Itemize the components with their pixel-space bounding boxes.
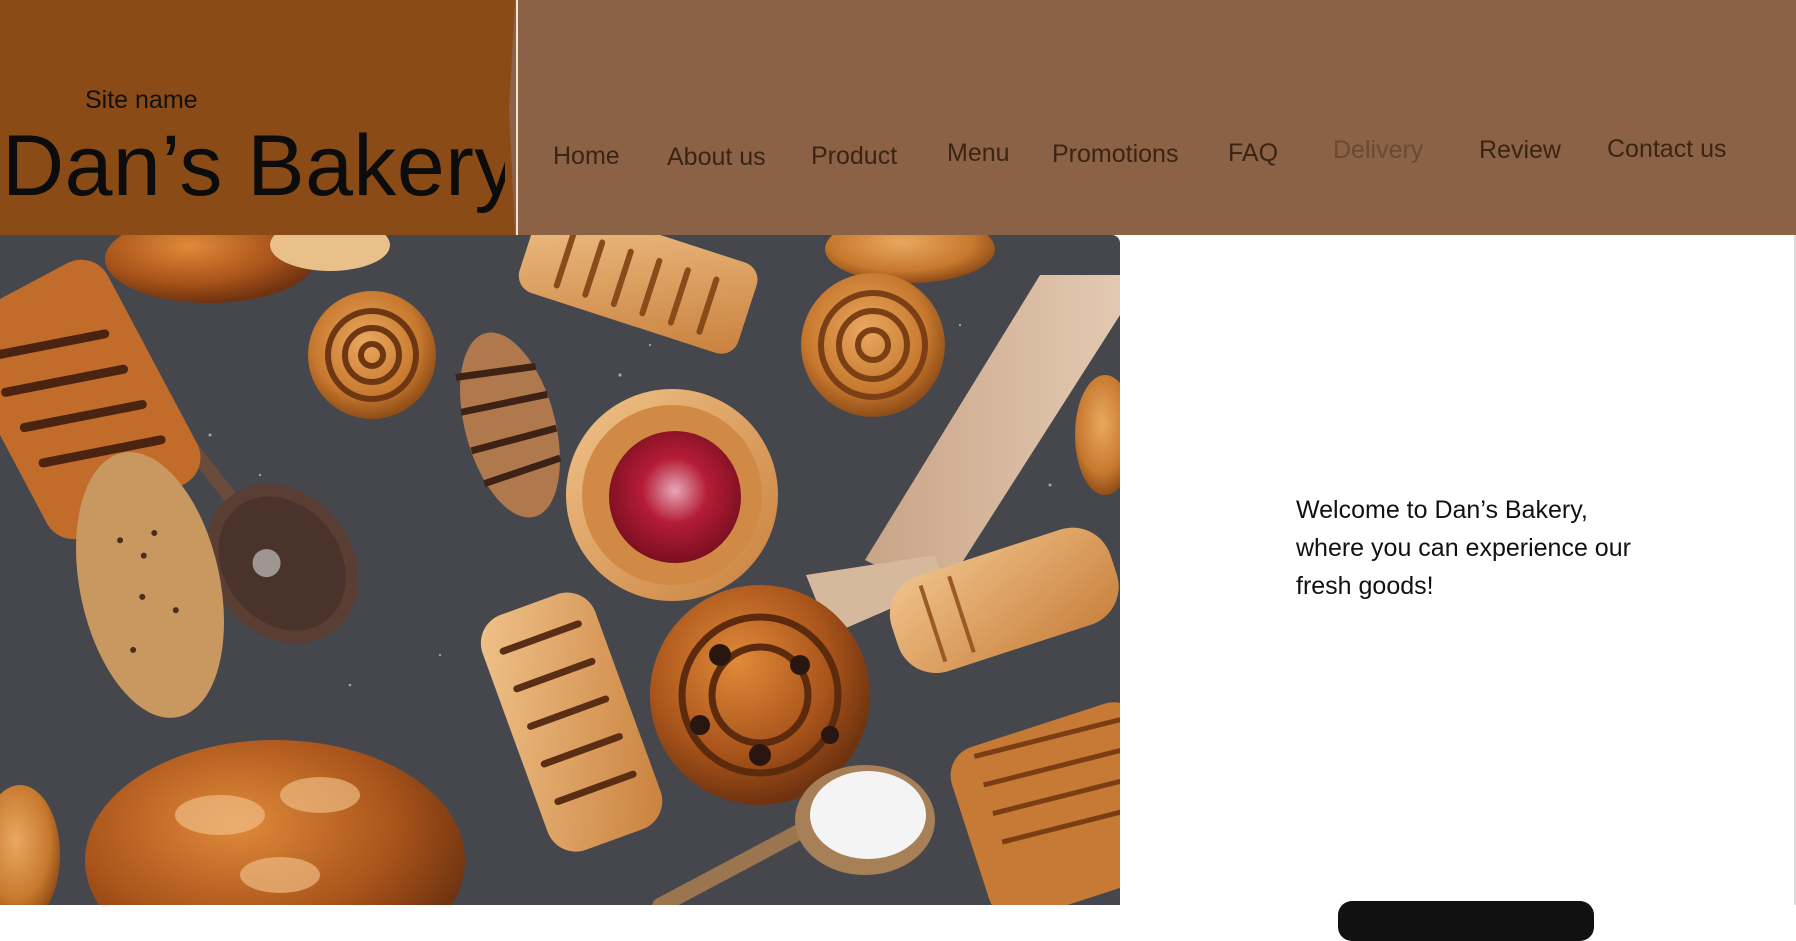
nav-item-delivery[interactable]: Delivery xyxy=(1333,136,1423,165)
pastries-illustration xyxy=(0,235,1120,905)
nav-item-about-us[interactable]: About us xyxy=(667,143,766,172)
nav-item-home[interactable]: Home xyxy=(553,142,620,171)
nav-item-contact-us[interactable]: Contact us xyxy=(1607,135,1727,164)
site-title[interactable]: Dan’s Bakery xyxy=(2,117,518,216)
nav-item-faq[interactable]: FAQ xyxy=(1228,139,1278,168)
nav-item-promotions[interactable]: Promotions xyxy=(1052,140,1178,169)
welcome-message: Welcome to Dan’s Bakery, where you can e… xyxy=(1296,496,1631,600)
site-name-label: Site name xyxy=(85,86,198,114)
nav-item-product[interactable]: Product xyxy=(811,142,897,171)
main-navigation: Home About us Product Menu Promotions FA… xyxy=(516,0,1796,235)
brand-block: Site name Dan’s Bakery xyxy=(0,0,518,235)
call-to-action-button[interactable] xyxy=(1338,901,1594,941)
pastries-photo xyxy=(0,235,1120,905)
nav-item-menu[interactable]: Menu xyxy=(947,139,1010,168)
nav-item-review[interactable]: Review xyxy=(1479,136,1561,165)
